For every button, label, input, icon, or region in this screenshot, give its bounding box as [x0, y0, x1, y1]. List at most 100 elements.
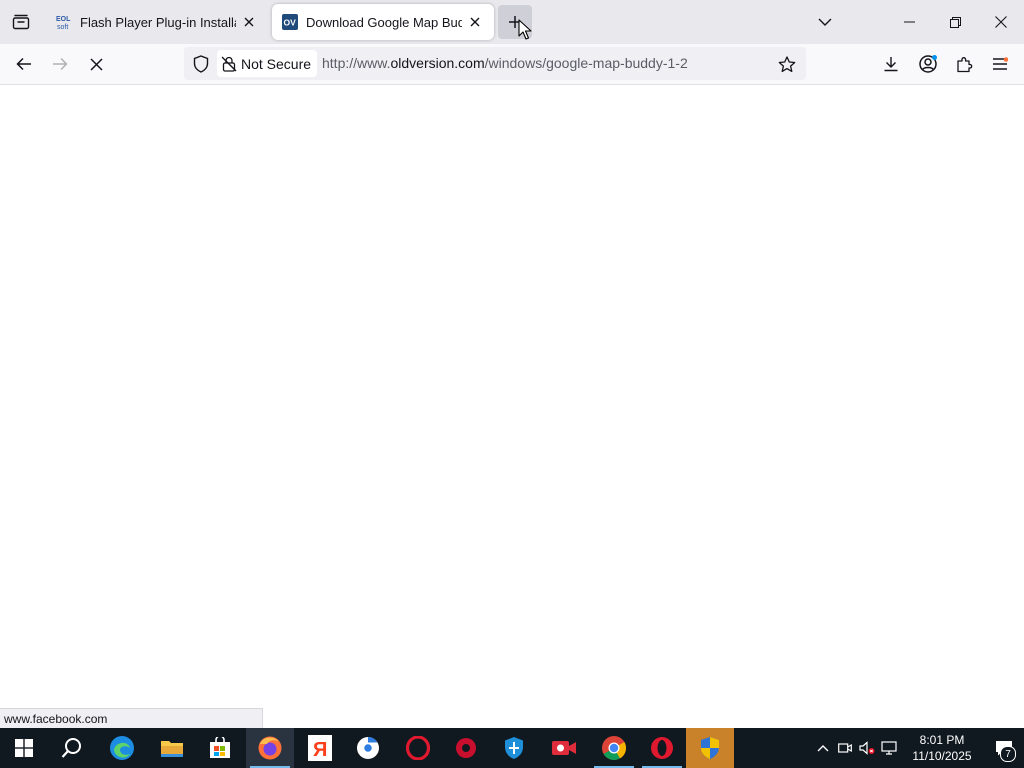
- oldversion-favicon-icon: OV: [282, 14, 298, 30]
- restore-icon: [949, 16, 961, 28]
- clock-date: 11/10/2025: [912, 749, 972, 763]
- taskbar-clock[interactable]: 8:01 PM 11/10/2025: [900, 728, 984, 768]
- close-tab-button[interactable]: [466, 13, 484, 31]
- chrome-icon: [357, 737, 379, 759]
- broken-lock-icon: [221, 56, 237, 72]
- yandex-icon: Я: [308, 735, 332, 761]
- svg-text:Я: Я: [313, 739, 327, 761]
- list-all-tabs-button[interactable]: [802, 0, 848, 44]
- minimize-button[interactable]: [886, 0, 932, 44]
- search-icon: [61, 738, 81, 758]
- download-icon: [884, 57, 898, 72]
- restore-button[interactable]: [932, 0, 978, 44]
- close-window-button[interactable]: [978, 0, 1024, 44]
- site-security-button[interactable]: Not Secure: [217, 50, 317, 77]
- tab-google-map-buddy[interactable]: OV Download Google Map Buddy: [272, 4, 494, 40]
- taskbar-app-red[interactable]: [442, 728, 490, 768]
- link-status-tooltip: www.facebook.com: [0, 708, 263, 728]
- firefox-view-button[interactable]: [0, 0, 42, 44]
- shield-icon: [193, 55, 209, 73]
- windows-taskbar: Я 8:01 PM 11/10/2025 7: [0, 728, 1024, 768]
- folder-icon: [161, 741, 183, 757]
- shield-icon: [505, 737, 523, 759]
- url-prefix: http://www.: [322, 55, 391, 71]
- start-button[interactable]: [0, 728, 48, 768]
- system-tray: 8:01 PM 11/10/2025 7: [812, 728, 1024, 768]
- tab-strip: EOL soft Flash Player Plug-in Installati…: [0, 0, 1024, 44]
- gear-icon: [456, 738, 476, 758]
- notification-count-badge: 7: [1000, 746, 1016, 762]
- video-camera-icon: [552, 741, 576, 755]
- puzzle-icon: [956, 56, 972, 72]
- close-icon: [244, 17, 254, 27]
- taskbar-file-explorer[interactable]: [148, 728, 196, 768]
- camera-icon: [838, 743, 852, 753]
- page-content: [0, 85, 1024, 728]
- search-button[interactable]: [48, 728, 96, 768]
- taskbar-edge[interactable]: [98, 728, 146, 768]
- svg-text:EOL: EOL: [56, 16, 71, 23]
- store-icon: [210, 737, 230, 758]
- uac-shield-icon: [701, 737, 719, 759]
- edge-icon: [110, 736, 134, 760]
- tab-title: Flash Player Plug-in Installation: [80, 14, 236, 30]
- chevron-down-icon: [818, 18, 832, 26]
- volume-muted-icon: [859, 741, 875, 755]
- arrow-right-icon: [53, 57, 68, 71]
- security-label: Not Secure: [241, 55, 312, 72]
- chevron-up-icon: [817, 745, 829, 752]
- account-icon: [919, 55, 937, 73]
- taskbar-chrome[interactable]: [590, 728, 638, 768]
- address-bar[interactable]: Not Secure http://www.oldversion.com/win…: [184, 47, 806, 80]
- account-button[interactable]: [912, 48, 944, 80]
- close-tab-button[interactable]: [240, 13, 258, 31]
- show-hidden-icons-button[interactable]: [812, 728, 834, 768]
- tab-flash-player[interactable]: EOL soft Flash Player Plug-in Installati…: [46, 4, 268, 40]
- network-icon: [881, 741, 897, 755]
- taskbar-firefox[interactable]: [246, 728, 294, 768]
- firefox-icon: [258, 736, 282, 760]
- app-menu-button[interactable]: [984, 48, 1016, 80]
- star-icon: [778, 55, 796, 72]
- taskbar-browser[interactable]: [344, 728, 392, 768]
- clock-time: 8:01 PM: [919, 733, 965, 747]
- svg-text:OV: OV: [284, 18, 297, 28]
- extensions-button[interactable]: [948, 48, 980, 80]
- close-icon: [470, 17, 480, 27]
- taskbar-opera[interactable]: [394, 728, 442, 768]
- arrow-left-icon: [16, 57, 31, 71]
- mouse-cursor-icon: [518, 19, 532, 40]
- tab-title: Download Google Map Buddy: [306, 14, 462, 30]
- chrome-icon: [602, 736, 627, 761]
- downloads-button[interactable]: [875, 48, 907, 80]
- back-button[interactable]: [8, 48, 40, 80]
- volume-button[interactable]: [856, 728, 878, 768]
- url-text[interactable]: http://www.oldversion.com/windows/google…: [322, 47, 688, 80]
- url-path: /windows/google-map-buddy-1-2: [484, 55, 688, 71]
- url-domain: oldversion.com: [390, 55, 485, 71]
- taskbar-recorder[interactable]: [540, 728, 588, 768]
- bookmark-button[interactable]: [774, 51, 800, 77]
- navigation-toolbar: Not Secure http://www.oldversion.com/win…: [0, 44, 1024, 85]
- network-button[interactable]: [878, 728, 900, 768]
- close-icon: [995, 16, 1007, 28]
- windows-logo-icon: [15, 739, 33, 757]
- taskbar-uac-prompt[interactable]: [686, 728, 734, 768]
- tracking-protection-button[interactable]: [188, 51, 214, 77]
- taskbar-opera-2[interactable]: [638, 728, 686, 768]
- opera-icon: [651, 737, 673, 759]
- stop-loading-button[interactable]: [80, 48, 112, 80]
- taskbar-store[interactable]: [196, 728, 244, 768]
- eolsoft-favicon-icon: EOL soft: [56, 16, 71, 30]
- taskbar-yandex[interactable]: Я: [296, 728, 344, 768]
- firefox-view-icon: [12, 14, 30, 30]
- minimize-icon: [903, 21, 915, 23]
- hamburger-menu-icon: [993, 57, 1008, 70]
- svg-text:soft: soft: [57, 24, 68, 30]
- notification-center-button[interactable]: 7: [984, 728, 1024, 768]
- forward-button[interactable]: [44, 48, 76, 80]
- opera-icon: [406, 736, 430, 760]
- tray-camera-button[interactable]: [834, 728, 856, 768]
- taskbar-defender[interactable]: [490, 728, 538, 768]
- stop-icon: [89, 57, 103, 71]
